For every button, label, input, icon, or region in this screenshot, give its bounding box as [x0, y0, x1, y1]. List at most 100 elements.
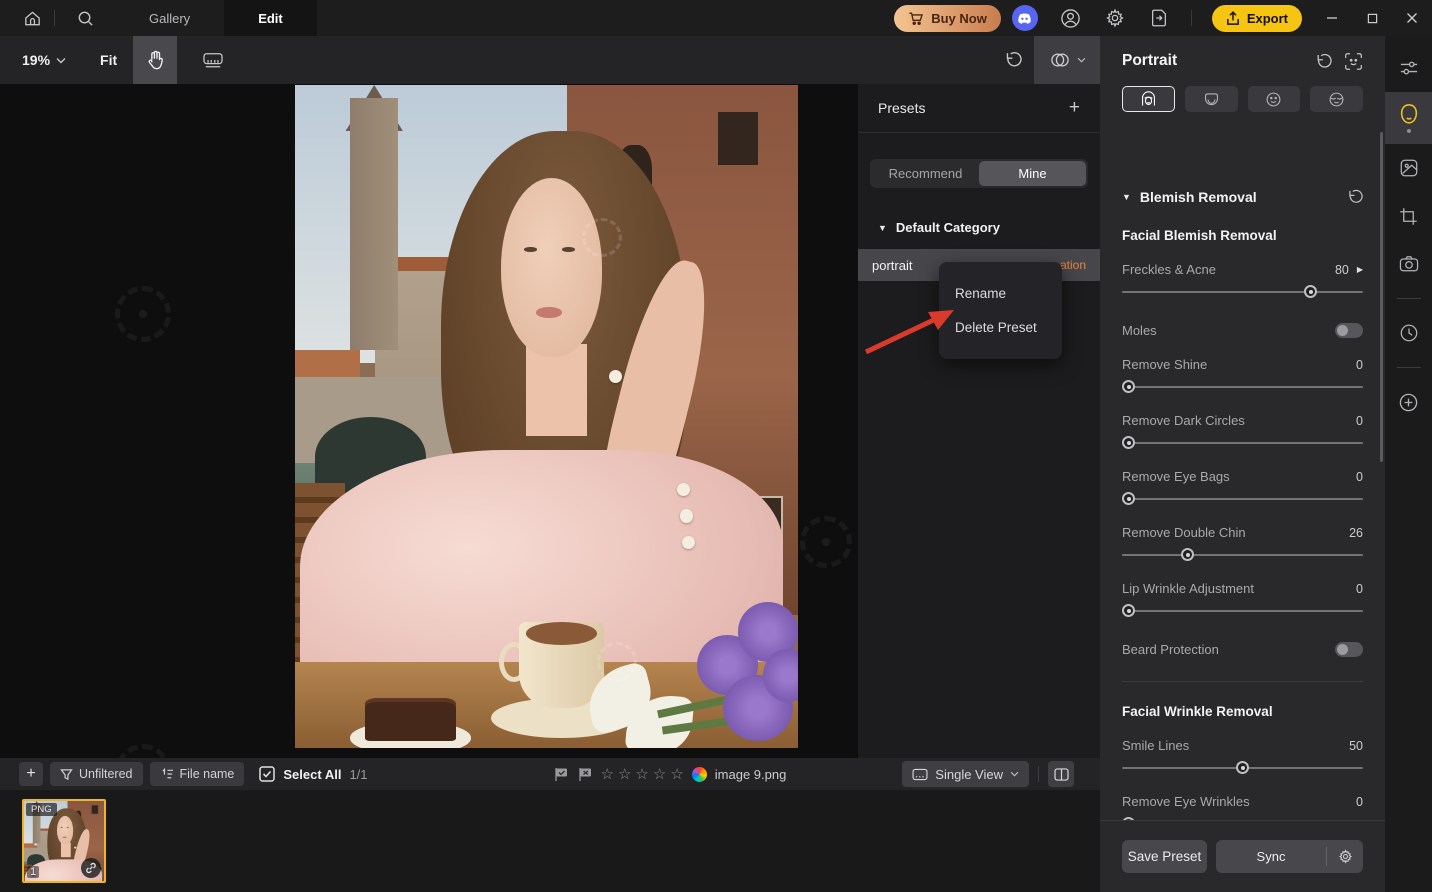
remove-dark-circles-slider[interactable]: [1122, 436, 1363, 450]
menu-item-rename[interactable]: Rename: [939, 276, 1062, 310]
thumbnail-image-9[interactable]: PNG 1: [22, 799, 106, 883]
export-button[interactable]: Export: [1211, 4, 1302, 32]
reset-section-icon[interactable]: [1345, 188, 1363, 206]
control-value: 0: [1356, 794, 1363, 809]
slider-thumb[interactable]: [1304, 285, 1318, 298]
facial-wrinkle-header: Facial Wrinkle Removal: [1122, 704, 1273, 719]
slider-thumb[interactable]: [1236, 761, 1249, 774]
fit-button[interactable]: Fit: [100, 52, 117, 68]
tab-gallery[interactable]: Gallery: [115, 0, 224, 36]
blemish-removal-section[interactable]: ▼ Blemish Removal: [1122, 188, 1363, 206]
crop-tool-button[interactable]: [1385, 192, 1432, 240]
minimize-button[interactable]: [1312, 0, 1352, 36]
account-icon[interactable]: [1059, 6, 1083, 30]
add-image-button[interactable]: +: [19, 762, 43, 786]
freckles-acne-slider[interactable]: [1122, 285, 1363, 299]
app-window: Gallery Edit Buy Now Export 19% Fit Pres…: [0, 0, 1432, 892]
color-label-icon[interactable]: [691, 766, 707, 782]
filter-label: Unfiltered: [79, 767, 133, 781]
link-icon[interactable]: [81, 858, 101, 878]
flag-pick-icon[interactable]: [554, 767, 569, 782]
zoom-level-dropdown[interactable]: 19%: [22, 52, 66, 68]
star-icon[interactable]: ☆: [601, 765, 614, 783]
slider-thumb[interactable]: [1122, 436, 1135, 449]
undo-icon[interactable]: [990, 36, 1034, 84]
control-label: Remove Eye Wrinkles: [1122, 794, 1250, 809]
save-preset-button[interactable]: Save Preset: [1122, 840, 1207, 873]
face-feature-tabs: [1100, 86, 1385, 112]
filter-funnel-icon: [60, 768, 73, 780]
background-tool-button[interactable]: [1385, 144, 1432, 192]
search-icon[interactable]: [73, 6, 97, 30]
crop-ruler-tool-button[interactable]: [191, 36, 235, 84]
portrait-controls-scroll[interactable]: ▼ Blemish Removal Facial Blemish Removal…: [1100, 164, 1385, 820]
slider-thumb[interactable]: [1181, 548, 1195, 561]
compare-view-button[interactable]: [1034, 36, 1100, 84]
fit-label: Fit: [100, 52, 118, 68]
face-detect-icon[interactable]: [1344, 52, 1363, 71]
remove-double-chin-slider[interactable]: [1122, 548, 1363, 562]
close-button[interactable]: [1392, 0, 1432, 36]
star-icon[interactable]: ☆: [635, 765, 648, 783]
smile-lines-slider[interactable]: [1122, 761, 1363, 775]
remove-eye-bags-slider[interactable]: [1122, 492, 1363, 506]
beard-protection-toggle[interactable]: [1335, 642, 1363, 657]
select-all-control[interactable]: Select All 1/1: [259, 766, 368, 782]
moles-toggle[interactable]: [1335, 323, 1363, 338]
tab-face-expression[interactable]: [1247, 86, 1301, 112]
tab-face-shape[interactable]: [1184, 86, 1238, 112]
watermark-icon: [115, 286, 171, 342]
apply-label-fragment[interactable]: ation: [1060, 258, 1086, 272]
category-default[interactable]: ▼ Default Category: [878, 220, 1100, 235]
split-view-button[interactable]: [1048, 761, 1074, 787]
slider-thumb[interactable]: [1122, 492, 1135, 505]
hand-tool-button[interactable]: [133, 36, 178, 84]
photo-icon: [1400, 159, 1417, 177]
filter-button[interactable]: Unfiltered: [50, 762, 143, 786]
history-tool-button[interactable]: [1385, 309, 1432, 357]
divider: [1396, 298, 1421, 299]
export-panel-icon[interactable]: [1147, 6, 1171, 30]
maximize-button[interactable]: [1352, 0, 1392, 36]
home-icon[interactable]: [20, 6, 44, 30]
presets-title: Presets: [878, 100, 926, 116]
lip-wrinkle-slider[interactable]: [1122, 604, 1363, 618]
tab-recommend[interactable]: Recommend: [872, 161, 979, 186]
star-icon[interactable]: ☆: [670, 765, 683, 783]
view-mode-dropdown[interactable]: Single View: [902, 761, 1029, 787]
settings-gear-icon[interactable]: [1103, 6, 1127, 30]
buy-now-button[interactable]: Buy Now: [894, 4, 1001, 32]
image-canvas[interactable]: [0, 84, 858, 758]
photo-preview: [295, 85, 798, 748]
sort-button[interactable]: File name: [149, 762, 245, 786]
panel-scrollbar[interactable]: [1380, 132, 1383, 462]
add-tool-button[interactable]: [1385, 378, 1432, 426]
portrait-tool-button[interactable]: [1385, 92, 1432, 144]
sync-button-group: Sync: [1216, 840, 1363, 873]
sort-label: File name: [179, 767, 235, 781]
photo-woman-face: [501, 177, 602, 357]
star-icon[interactable]: ☆: [618, 765, 631, 783]
checkbox-checked-icon[interactable]: [259, 766, 276, 782]
tab-edit[interactable]: Edit: [224, 0, 317, 36]
add-preset-button[interactable]: +: [1069, 97, 1080, 119]
camera-tool-button[interactable]: [1385, 240, 1432, 288]
flag-reject-icon[interactable]: [578, 767, 593, 782]
discord-icon[interactable]: [1011, 5, 1038, 31]
tab-face-makeup[interactable]: [1310, 86, 1363, 112]
reset-panel-icon[interactable]: [1313, 52, 1332, 71]
control-value: 50: [1349, 738, 1363, 753]
adjustments-tool-button[interactable]: [1385, 44, 1432, 92]
tab-face-skin[interactable]: [1122, 86, 1175, 112]
expand-arrow-icon[interactable]: ▶: [1357, 265, 1363, 274]
remove-shine-slider[interactable]: [1122, 380, 1363, 394]
slider-thumb[interactable]: [1122, 380, 1135, 393]
control-value: 0: [1356, 357, 1363, 372]
tab-mine[interactable]: Mine: [979, 161, 1086, 186]
star-rating[interactable]: ☆ ☆ ☆ ☆ ☆: [601, 765, 684, 783]
slider-thumb[interactable]: [1122, 604, 1135, 617]
sync-button[interactable]: Sync: [1216, 849, 1326, 864]
star-icon[interactable]: ☆: [653, 765, 666, 783]
sync-settings-button[interactable]: [1327, 849, 1363, 864]
menu-item-delete-preset[interactable]: Delete Preset: [939, 310, 1062, 344]
